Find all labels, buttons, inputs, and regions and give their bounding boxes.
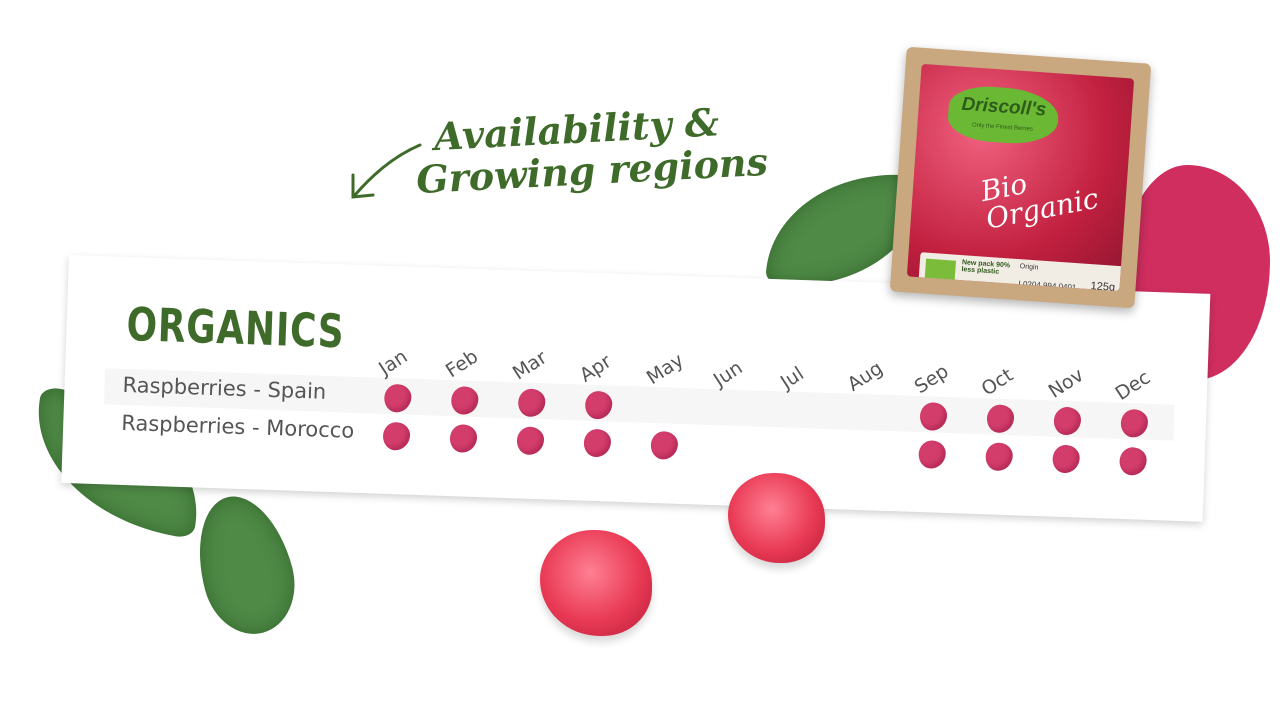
availability-marker-sep	[918, 440, 947, 469]
availability-marker-feb	[449, 424, 478, 453]
table-title: ORGANICS	[125, 297, 346, 359]
package-label: New pack 90% less plastic Origin L0204 9…	[918, 252, 1131, 292]
eu-organic-icon	[924, 258, 957, 281]
brand-logo: Driscoll's Only the Finest Berries	[946, 83, 1061, 147]
label-weight: 125g	[1090, 280, 1116, 292]
leaf-decoration	[183, 485, 307, 645]
month-label-apr: Apr	[575, 350, 616, 387]
raspberry-decoration	[540, 530, 652, 636]
label-code: L0204 994 0401	[1018, 279, 1077, 292]
label-origin: Origin	[1019, 263, 1039, 272]
brand-name: Driscoll's	[960, 93, 1047, 121]
month-label-oct: Oct	[977, 364, 1018, 401]
arrow-icon	[351, 143, 422, 199]
availability-marker-may	[650, 430, 679, 460]
raspberries-photo: Driscoll's Only the Finest Berries Bio Or…	[906, 63, 1135, 292]
month-label-dec: Dec	[1111, 366, 1155, 405]
month-label-aug: Aug	[843, 357, 887, 396]
availability-marker-apr	[583, 428, 612, 458]
month-label-feb: Feb	[441, 345, 483, 383]
raspberry-decoration	[728, 473, 825, 563]
availability-marker-jan	[382, 421, 411, 451]
availability-marker-dec	[1119, 446, 1148, 476]
month-label-jun: Jun	[709, 356, 747, 392]
month-label-jan: Jan	[374, 345, 412, 380]
label-claim: New pack 90% less plastic	[961, 259, 1011, 276]
month-label-mar: Mar	[508, 346, 551, 385]
month-label-sep: Sep	[910, 360, 953, 399]
month-label-may: May	[642, 349, 688, 390]
headline: Availability & Growing regions	[413, 99, 769, 202]
month-label-nov: Nov	[1044, 364, 1088, 403]
availability-marker-nov	[1052, 444, 1081, 474]
bio-organic-text: Bio Organic	[978, 157, 1101, 236]
row-label: Raspberries - Morocco	[120, 410, 355, 443]
availability-marker-mar	[516, 426, 545, 456]
brand-tagline: Only the Finest Berries	[971, 122, 1034, 133]
availability-marker-oct	[985, 442, 1014, 472]
product-package: Driscoll's Only the Finest Berries Bio Or…	[889, 46, 1152, 309]
month-label-jul: Jul	[776, 362, 808, 394]
